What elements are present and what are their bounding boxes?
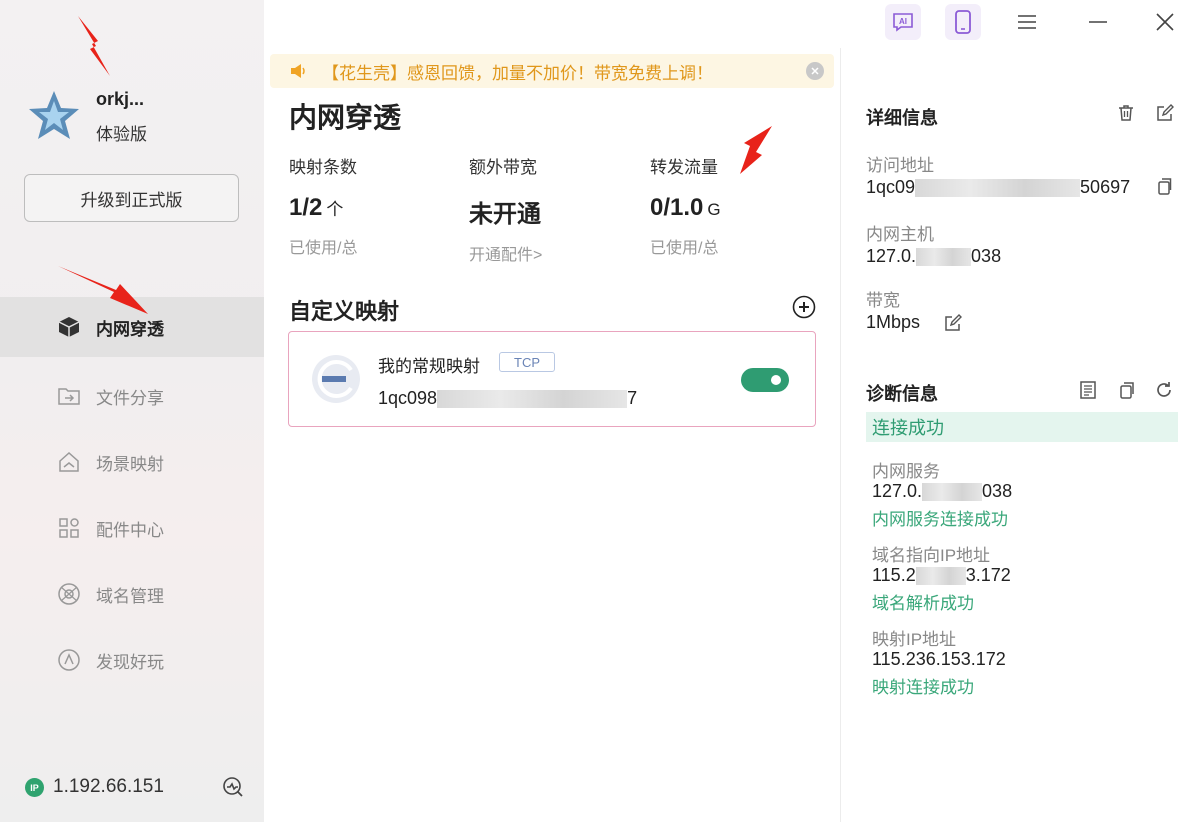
- details-title: 详细信息: [866, 108, 938, 128]
- map-ip-label: 映射IP地址: [872, 630, 957, 649]
- compass-icon: [56, 647, 82, 673]
- log-icon[interactable]: [1078, 380, 1098, 400]
- hamburger-menu-icon: [1018, 15, 1036, 29]
- notice-close-icon[interactable]: [806, 62, 824, 80]
- stat-label: 映射条数: [289, 158, 357, 177]
- stat-sub: 已使用/总: [289, 240, 358, 257]
- mapping-card[interactable]: 我的常规映射 TCP 1qc098 7: [288, 331, 816, 427]
- mapping-name: 我的常规映射: [378, 357, 480, 376]
- red-arrow-icon: [78, 16, 110, 76]
- sidebar-item-label: 域名管理: [96, 586, 164, 606]
- sidebar-item-domain[interactable]: 域名管理: [0, 561, 264, 627]
- sidebar-nav: 内网穿透 文件分享 场景映射 配件中心 域名管理 发现好玩: [0, 297, 264, 693]
- refresh-icon[interactable]: [1154, 380, 1174, 400]
- stat-mapping-count: 映射条数 1/2 个 已使用/总: [289, 153, 357, 258]
- home-map-icon: [56, 449, 82, 475]
- map-ip-status: 映射连接成功: [872, 678, 974, 697]
- stat-value: 未开通: [469, 201, 541, 228]
- host-value: 127.0. 038: [866, 246, 1002, 267]
- ai-assistant-button[interactable]: AI: [885, 4, 921, 40]
- sidebar-item-label: 场景映射: [96, 454, 164, 474]
- bandwidth-value: 1Mbps: [866, 312, 921, 332]
- public-ip: 1.192.66.151: [53, 776, 164, 797]
- notice-banner[interactable]: 【花生壳】感恩回馈，加量不加价！带宽免费上调！: [270, 54, 834, 88]
- grid-apps-icon: [56, 515, 82, 541]
- open-accessory-link[interactable]: 开通配件>: [469, 241, 542, 265]
- mobile-app-button[interactable]: [945, 4, 981, 40]
- service-label: 内网服务: [872, 462, 940, 481]
- star-avatar-icon: [29, 91, 79, 139]
- stat-sub: 已使用/总: [650, 240, 719, 257]
- sidebar-item-discover[interactable]: 发现好玩: [0, 627, 264, 693]
- sidebar-item-accessories[interactable]: 配件中心: [0, 495, 264, 561]
- edit-icon[interactable]: [1155, 103, 1175, 123]
- map-ip-value: 115.236.153.172: [872, 649, 1006, 669]
- dns-label: 域名指向IP地址: [872, 546, 991, 565]
- user-name: orkj...: [96, 89, 145, 109]
- red-arrow-icon: [58, 266, 148, 314]
- sidebar-item-label: 配件中心: [96, 520, 164, 540]
- service-value: 127.0. 038: [872, 481, 1013, 502]
- sidebar-item-label: 文件分享: [96, 388, 164, 408]
- phone-icon: [955, 10, 971, 34]
- mapping-type-icon: [312, 355, 360, 403]
- red-arrow-icon: [740, 126, 772, 174]
- detail-panel: 详细信息 访问地址 1qc09 50697 内网主机 127.0. 038 带宽 1…: [840, 48, 1200, 822]
- access-address-value: 1qc09 50697: [866, 177, 1131, 198]
- diagnosis-copy-icon[interactable]: [1117, 380, 1137, 400]
- sidebar-item-file-share[interactable]: 文件分享: [0, 363, 264, 429]
- stat-value: 1/2 个: [289, 194, 344, 221]
- notice-text: 【花生壳】感恩回馈，加量不加价！带宽免费上调！: [322, 63, 713, 83]
- mapping-address: 1qc098 7: [378, 388, 638, 409]
- trash-icon[interactable]: [1116, 103, 1136, 123]
- page-title: 内网穿透: [289, 102, 402, 133]
- minimize-icon: [1089, 21, 1107, 23]
- diagnosis-title: 诊断信息: [866, 384, 938, 404]
- dns-value: 115.2 3.172: [872, 565, 1011, 586]
- stat-label: 额外带宽: [469, 158, 537, 177]
- close-button[interactable]: [1147, 4, 1183, 40]
- stat-extra-bandwidth: 额外带宽 未开通 开通配件>: [469, 153, 542, 265]
- section-title: 自定义映射: [289, 299, 400, 324]
- dns-status: 域名解析成功: [872, 594, 974, 613]
- ai-icon: AI: [893, 13, 913, 32]
- sidebar-item-label: 内网穿透: [96, 319, 164, 339]
- sidebar-item-scene-map[interactable]: 场景映射: [0, 429, 264, 495]
- minimize-button[interactable]: [1080, 4, 1116, 40]
- network-diagnose-icon[interactable]: [222, 776, 244, 798]
- service-status: 内网服务连接成功: [872, 510, 1008, 529]
- close-icon: [1156, 13, 1174, 31]
- stat-label: 转发流量: [650, 158, 718, 177]
- svg-text:AI: AI: [899, 17, 907, 26]
- upgrade-button[interactable]: 升级到正式版: [24, 174, 239, 222]
- host-label: 内网主机: [866, 225, 934, 244]
- protocol-badge: TCP: [499, 352, 555, 372]
- sidebar-item-label: 发现好玩: [96, 652, 164, 672]
- stat-traffic: 转发流量 0/1.0 G 已使用/总: [650, 153, 721, 258]
- copy-icon[interactable]: [1154, 176, 1174, 196]
- speaker-icon: [291, 64, 305, 78]
- access-address-label: 访问地址: [866, 156, 934, 175]
- add-mapping-icon[interactable]: [792, 295, 816, 319]
- stat-value: 0/1.0 G: [650, 194, 721, 221]
- menu-button[interactable]: [1009, 4, 1045, 40]
- sidebar: orkj... 体验版 升级到正式版 内网穿透 文件分享 场景映射 配件中心 域…: [0, 0, 264, 822]
- user-plan: 体验版: [96, 125, 147, 144]
- globe-icon: [56, 581, 82, 607]
- folder-share-icon: [56, 383, 82, 409]
- bandwidth-label: 带宽: [866, 291, 900, 310]
- bandwidth-edit-icon[interactable]: [943, 313, 963, 333]
- connection-status: 连接成功: [866, 412, 1178, 442]
- ip-badge: IP: [25, 778, 44, 797]
- mapping-enable-toggle[interactable]: [741, 368, 789, 392]
